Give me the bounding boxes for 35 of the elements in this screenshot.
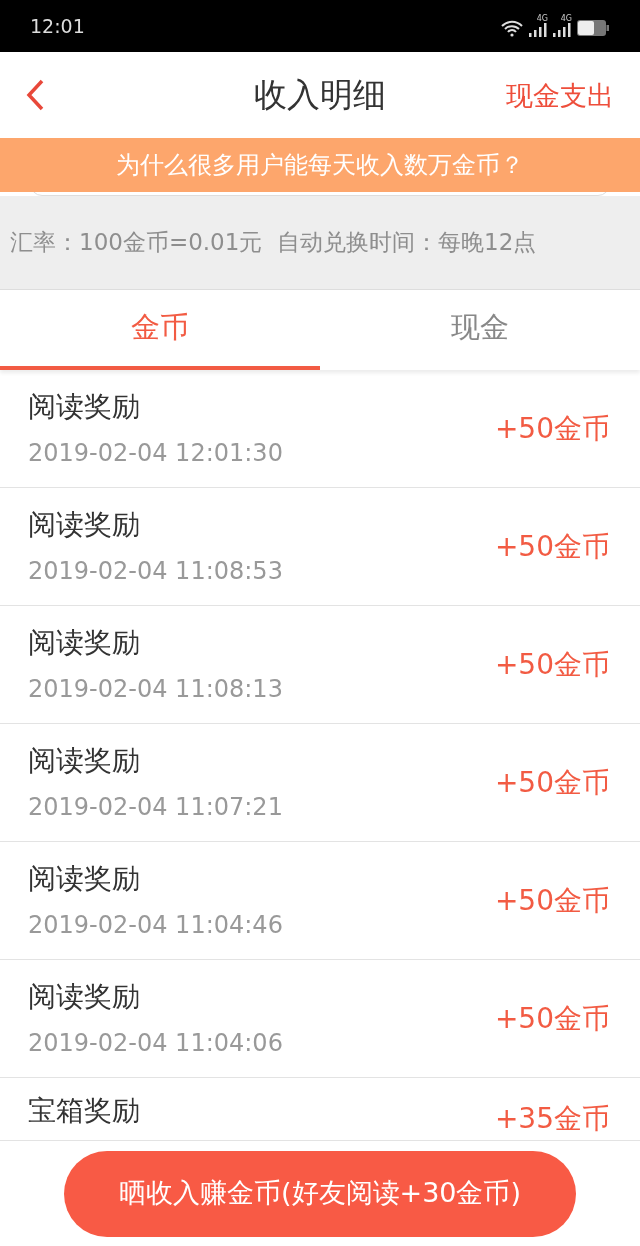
record-title: 阅读奖励 [28, 507, 141, 542]
record-title: 宝箱奖励 [28, 1094, 140, 1128]
network-label: 4G [536, 15, 548, 23]
record-amount: +35金币 [494, 1101, 610, 1137]
record-amount: +50金币 [494, 882, 610, 919]
record-amount: +50金币 [494, 646, 610, 683]
promo-banner[interactable]: 为什么很多用户能每天收入数万金币？ [0, 138, 640, 192]
record-amount: +50金币 [494, 764, 610, 801]
page-title: 收入明细 [254, 74, 386, 117]
record-time: 2019-02-04 11:08:53 [28, 555, 283, 586]
record-title: 阅读奖励 [28, 625, 141, 660]
cash-expense-link[interactable]: 现金支出 [506, 76, 614, 117]
record-title: 阅读奖励 [28, 979, 141, 1014]
share-income-button[interactable]: 晒收入赚金币(好友阅读+30金币) [64, 1150, 576, 1237]
exchange-rate-text: 汇率：100金币=0.01元 自动兑换时间：每晚12点 [10, 228, 537, 258]
record-title: 阅读奖励 [28, 861, 141, 896]
record-amount: +50金币 [494, 410, 610, 447]
record-time: 2019-02-04 11:08:13 [28, 673, 283, 704]
record-title: 阅读奖励 [28, 743, 141, 778]
clock-time: 12:01 [30, 13, 85, 39]
record-time: 2019-02-04 11:04:06 [28, 1027, 283, 1058]
tab[interactable]: 金币 [0, 290, 320, 370]
battery-icon [576, 19, 610, 37]
record-amount: +50金币 [494, 1000, 610, 1037]
record-amount: +50金币 [494, 528, 610, 565]
tab[interactable]: 现金 [320, 290, 640, 370]
signal-icon [528, 23, 548, 37]
record-title: 阅读奖励 [28, 389, 141, 424]
back-button[interactable] [24, 78, 46, 112]
record-time: 2019-02-04 11:07:21 [28, 791, 283, 822]
record-time: 2019-02-04 11:04:46 [28, 909, 283, 940]
record-time: 2019-02-04 12:01:30 [28, 437, 283, 468]
wifi-icon [500, 19, 524, 37]
network-label: 4G [560, 15, 572, 23]
signal-icon [552, 23, 572, 37]
